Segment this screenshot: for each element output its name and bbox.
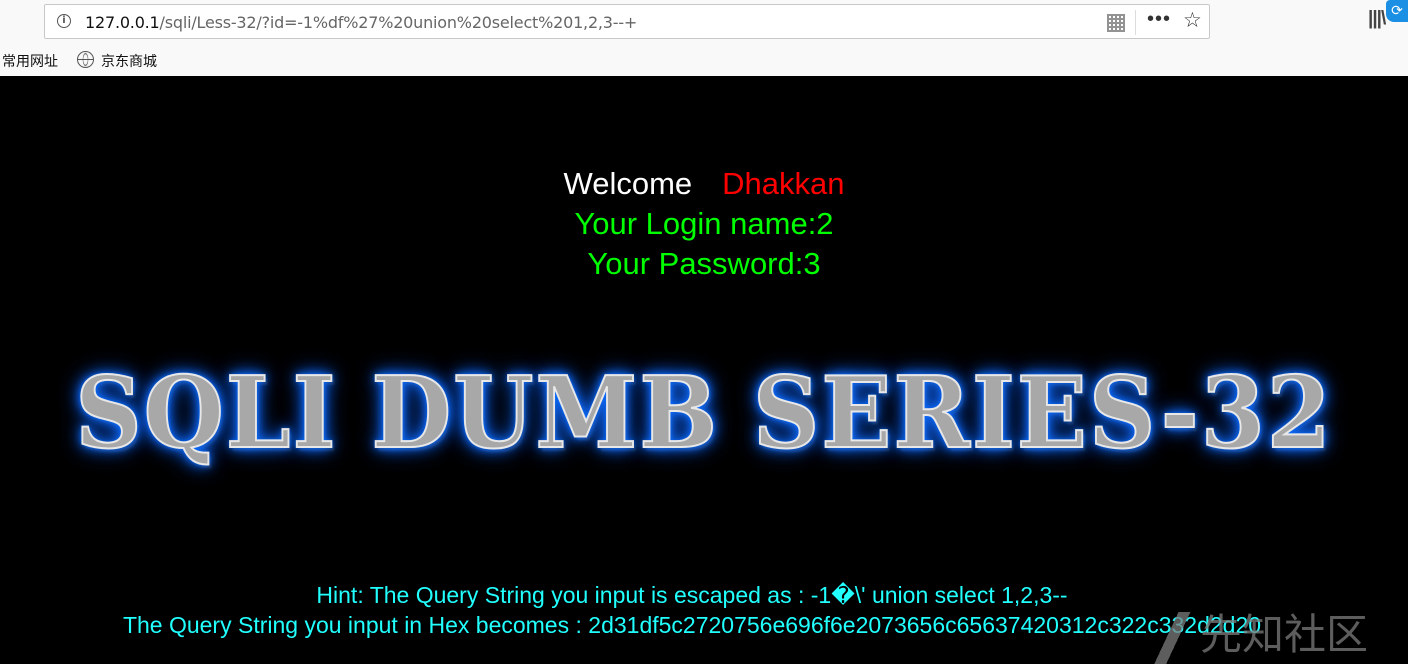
login-name-line: Your Login name:2 <box>574 206 834 241</box>
bookmark-common-sites[interactable]: 常用网址 <box>2 51 58 71</box>
watermark-logo-icon <box>1152 611 1194 664</box>
page-content: Welcome Dhakkan Your Login name:2 Your Pa… <box>0 76 1408 664</box>
watermark: 先知社区 <box>1152 601 1368 664</box>
welcome-label: Welcome <box>563 166 693 201</box>
url-host: 127.0.0.1 <box>85 13 160 32</box>
series-banner: SQLI DUMB SERIES-32 <box>74 355 1333 472</box>
globe-icon <box>77 51 94 68</box>
welcome-name: Dhakkan <box>722 166 845 201</box>
password-line: Your Password:3 <box>587 246 821 281</box>
address-bar[interactable]: i 127.0.0.1/sqli/Less-32/?id=-1%df%27%20… <box>44 4 1210 39</box>
star-icon[interactable]: ☆ <box>1183 8 1202 33</box>
watermark-text: 先知社区 <box>1200 610 1369 659</box>
url-path: /sqli/Less-32/?id=-1%df%27%20union%20sel… <box>159 13 638 32</box>
info-icon[interactable]: i <box>57 14 71 28</box>
divider <box>1135 10 1136 35</box>
extension-icon[interactable]: ⟳ <box>1386 0 1408 22</box>
browser-chrome: i 127.0.0.1/sqli/Less-32/?id=-1%df%27%20… <box>0 0 1408 76</box>
more-icon[interactable]: ••• <box>1147 8 1171 31</box>
welcome-line: Welcome Dhakkan <box>0 166 1408 202</box>
bookmark-jd-mall[interactable]: 京东商城 <box>101 51 157 71</box>
library-icon[interactable]: |||\ <box>1368 8 1386 30</box>
qr-code-icon[interactable] <box>1107 14 1125 32</box>
url-text[interactable]: 127.0.0.1/sqli/Less-32/?id=-1%df%27%20un… <box>85 13 637 32</box>
